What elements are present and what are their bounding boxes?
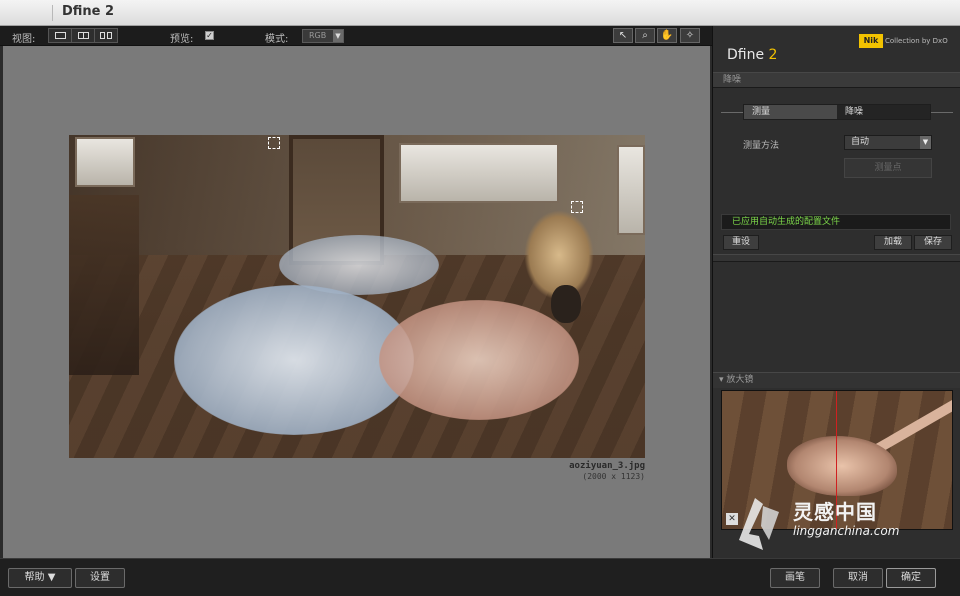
watermark-logo-icon bbox=[739, 498, 779, 550]
tab-divider-right bbox=[931, 112, 953, 113]
save-button[interactable]: 保存 bbox=[914, 235, 952, 250]
split-view-icon bbox=[78, 32, 89, 39]
loupe-tool-button[interactable]: ✧ bbox=[680, 28, 700, 43]
view-label: 视图: bbox=[12, 34, 36, 45]
tab-measure[interactable]: 测量 bbox=[744, 105, 837, 119]
preview-canvas[interactable]: aoziyuan_3.jpg (2000 x 1123) bbox=[3, 46, 710, 558]
hand-tool-button[interactable]: ✋ bbox=[657, 28, 677, 43]
section-divider bbox=[713, 254, 960, 262]
watermark-main-text: 灵感中国 bbox=[793, 500, 877, 524]
mode-select[interactable]: RGB ▼ bbox=[302, 29, 344, 43]
chevron-down-icon: ▼ bbox=[47, 572, 56, 583]
help-label: 帮助 bbox=[24, 572, 45, 583]
mode-value: RGB bbox=[309, 31, 327, 40]
loupe-ribbon bbox=[875, 399, 952, 453]
photo-window bbox=[399, 143, 559, 203]
measure-method-value: 自动 bbox=[851, 137, 870, 147]
loupe-section-header[interactable]: ▾ 放大镜 bbox=[713, 372, 960, 388]
collection-text: Collection by DxO bbox=[885, 37, 948, 45]
photo-dancer-white bbox=[174, 285, 414, 435]
load-button[interactable]: 加载 bbox=[874, 235, 912, 250]
tab-divider-left bbox=[721, 112, 743, 113]
pointer-icon: ↖ bbox=[618, 30, 628, 41]
settings-button[interactable]: 设置 bbox=[75, 568, 125, 588]
product-name: Dfine bbox=[727, 47, 765, 63]
loupe-label: 放大镜 bbox=[726, 375, 754, 385]
dfine-window: Dfine 2 视图: 预览: ✓ 模式: RGB ▼ ↖ ⌕ ✋ ✧ aozi… bbox=[0, 0, 960, 596]
measure-point-marker[interactable] bbox=[268, 137, 280, 149]
watermark-sub-text: lingganchina.com bbox=[793, 524, 900, 538]
view-single-button[interactable] bbox=[49, 29, 72, 42]
loupe-icon: ✧ bbox=[685, 30, 695, 41]
view-split-button[interactable] bbox=[72, 29, 95, 42]
photo-window-left bbox=[75, 137, 135, 187]
bottom-bar: 帮助 ▼ 设置 画笔 取消 确定 bbox=[0, 558, 960, 596]
tab-reduce[interactable]: 降噪 bbox=[837, 105, 930, 119]
side-by-side-icon-right bbox=[107, 32, 112, 39]
view-mode-group bbox=[48, 28, 118, 43]
zoom-icon: ⌕ bbox=[642, 30, 648, 41]
window-title: Dfine 2 bbox=[62, 4, 115, 19]
pointer-tool-button[interactable]: ↖ bbox=[613, 28, 633, 43]
photo-vase bbox=[551, 285, 581, 323]
ok-button[interactable]: 确定 bbox=[886, 568, 936, 588]
cancel-button[interactable]: 取消 bbox=[833, 568, 883, 588]
top-toolbar: 视图: 预览: ✓ 模式: RGB ▼ ↖ ⌕ ✋ ✧ bbox=[0, 26, 712, 46]
zoom-tool-button[interactable]: ⌕ bbox=[635, 28, 655, 43]
preview-label: 预览: bbox=[170, 34, 194, 45]
single-view-icon bbox=[55, 32, 66, 39]
side-by-side-icon bbox=[100, 32, 105, 39]
image-dimensions: (2000 x 1123) bbox=[582, 472, 645, 481]
measure-points-button[interactable]: 测量点 bbox=[844, 158, 932, 178]
hand-icon: ✋ bbox=[660, 30, 674, 41]
noise-section-header[interactable]: 降噪 bbox=[713, 72, 960, 88]
preview-image[interactable] bbox=[69, 135, 645, 458]
brush-button[interactable]: 画笔 bbox=[770, 568, 820, 588]
measure-point-marker[interactable] bbox=[571, 201, 583, 213]
title-bar: Dfine 2 bbox=[0, 0, 960, 26]
control-panel: Nik Collection by DxO Dfine 2 降噪 测量 降噪 测… bbox=[712, 26, 960, 558]
preview-checkbox[interactable]: ✓ bbox=[205, 31, 214, 40]
image-filename: aoziyuan_3.jpg bbox=[569, 461, 645, 471]
nik-logo: Nik bbox=[859, 34, 883, 48]
chevron-down-icon: ▼ bbox=[333, 30, 343, 42]
view-side-by-side-button[interactable] bbox=[95, 29, 117, 42]
help-button[interactable]: 帮助 ▼ bbox=[8, 568, 72, 588]
reset-button[interactable]: 重设 bbox=[723, 235, 759, 250]
product-version: 2 bbox=[768, 47, 778, 63]
photo-dancer-pink bbox=[379, 300, 579, 420]
photo-window-right bbox=[617, 145, 645, 235]
title-separator bbox=[52, 5, 53, 21]
mode-tabs: 测量 降噪 bbox=[743, 104, 931, 120]
product-title: Dfine 2 bbox=[727, 47, 777, 63]
chevron-down-icon: ▼ bbox=[920, 136, 931, 149]
photo-chair bbox=[69, 195, 139, 375]
mode-label: 模式: bbox=[265, 34, 289, 45]
measure-method-label: 测量方法 bbox=[743, 141, 780, 151]
measure-method-select[interactable]: 自动 ▼ bbox=[844, 135, 932, 150]
status-message: 已应用自动生成的配置文件 bbox=[721, 214, 951, 230]
